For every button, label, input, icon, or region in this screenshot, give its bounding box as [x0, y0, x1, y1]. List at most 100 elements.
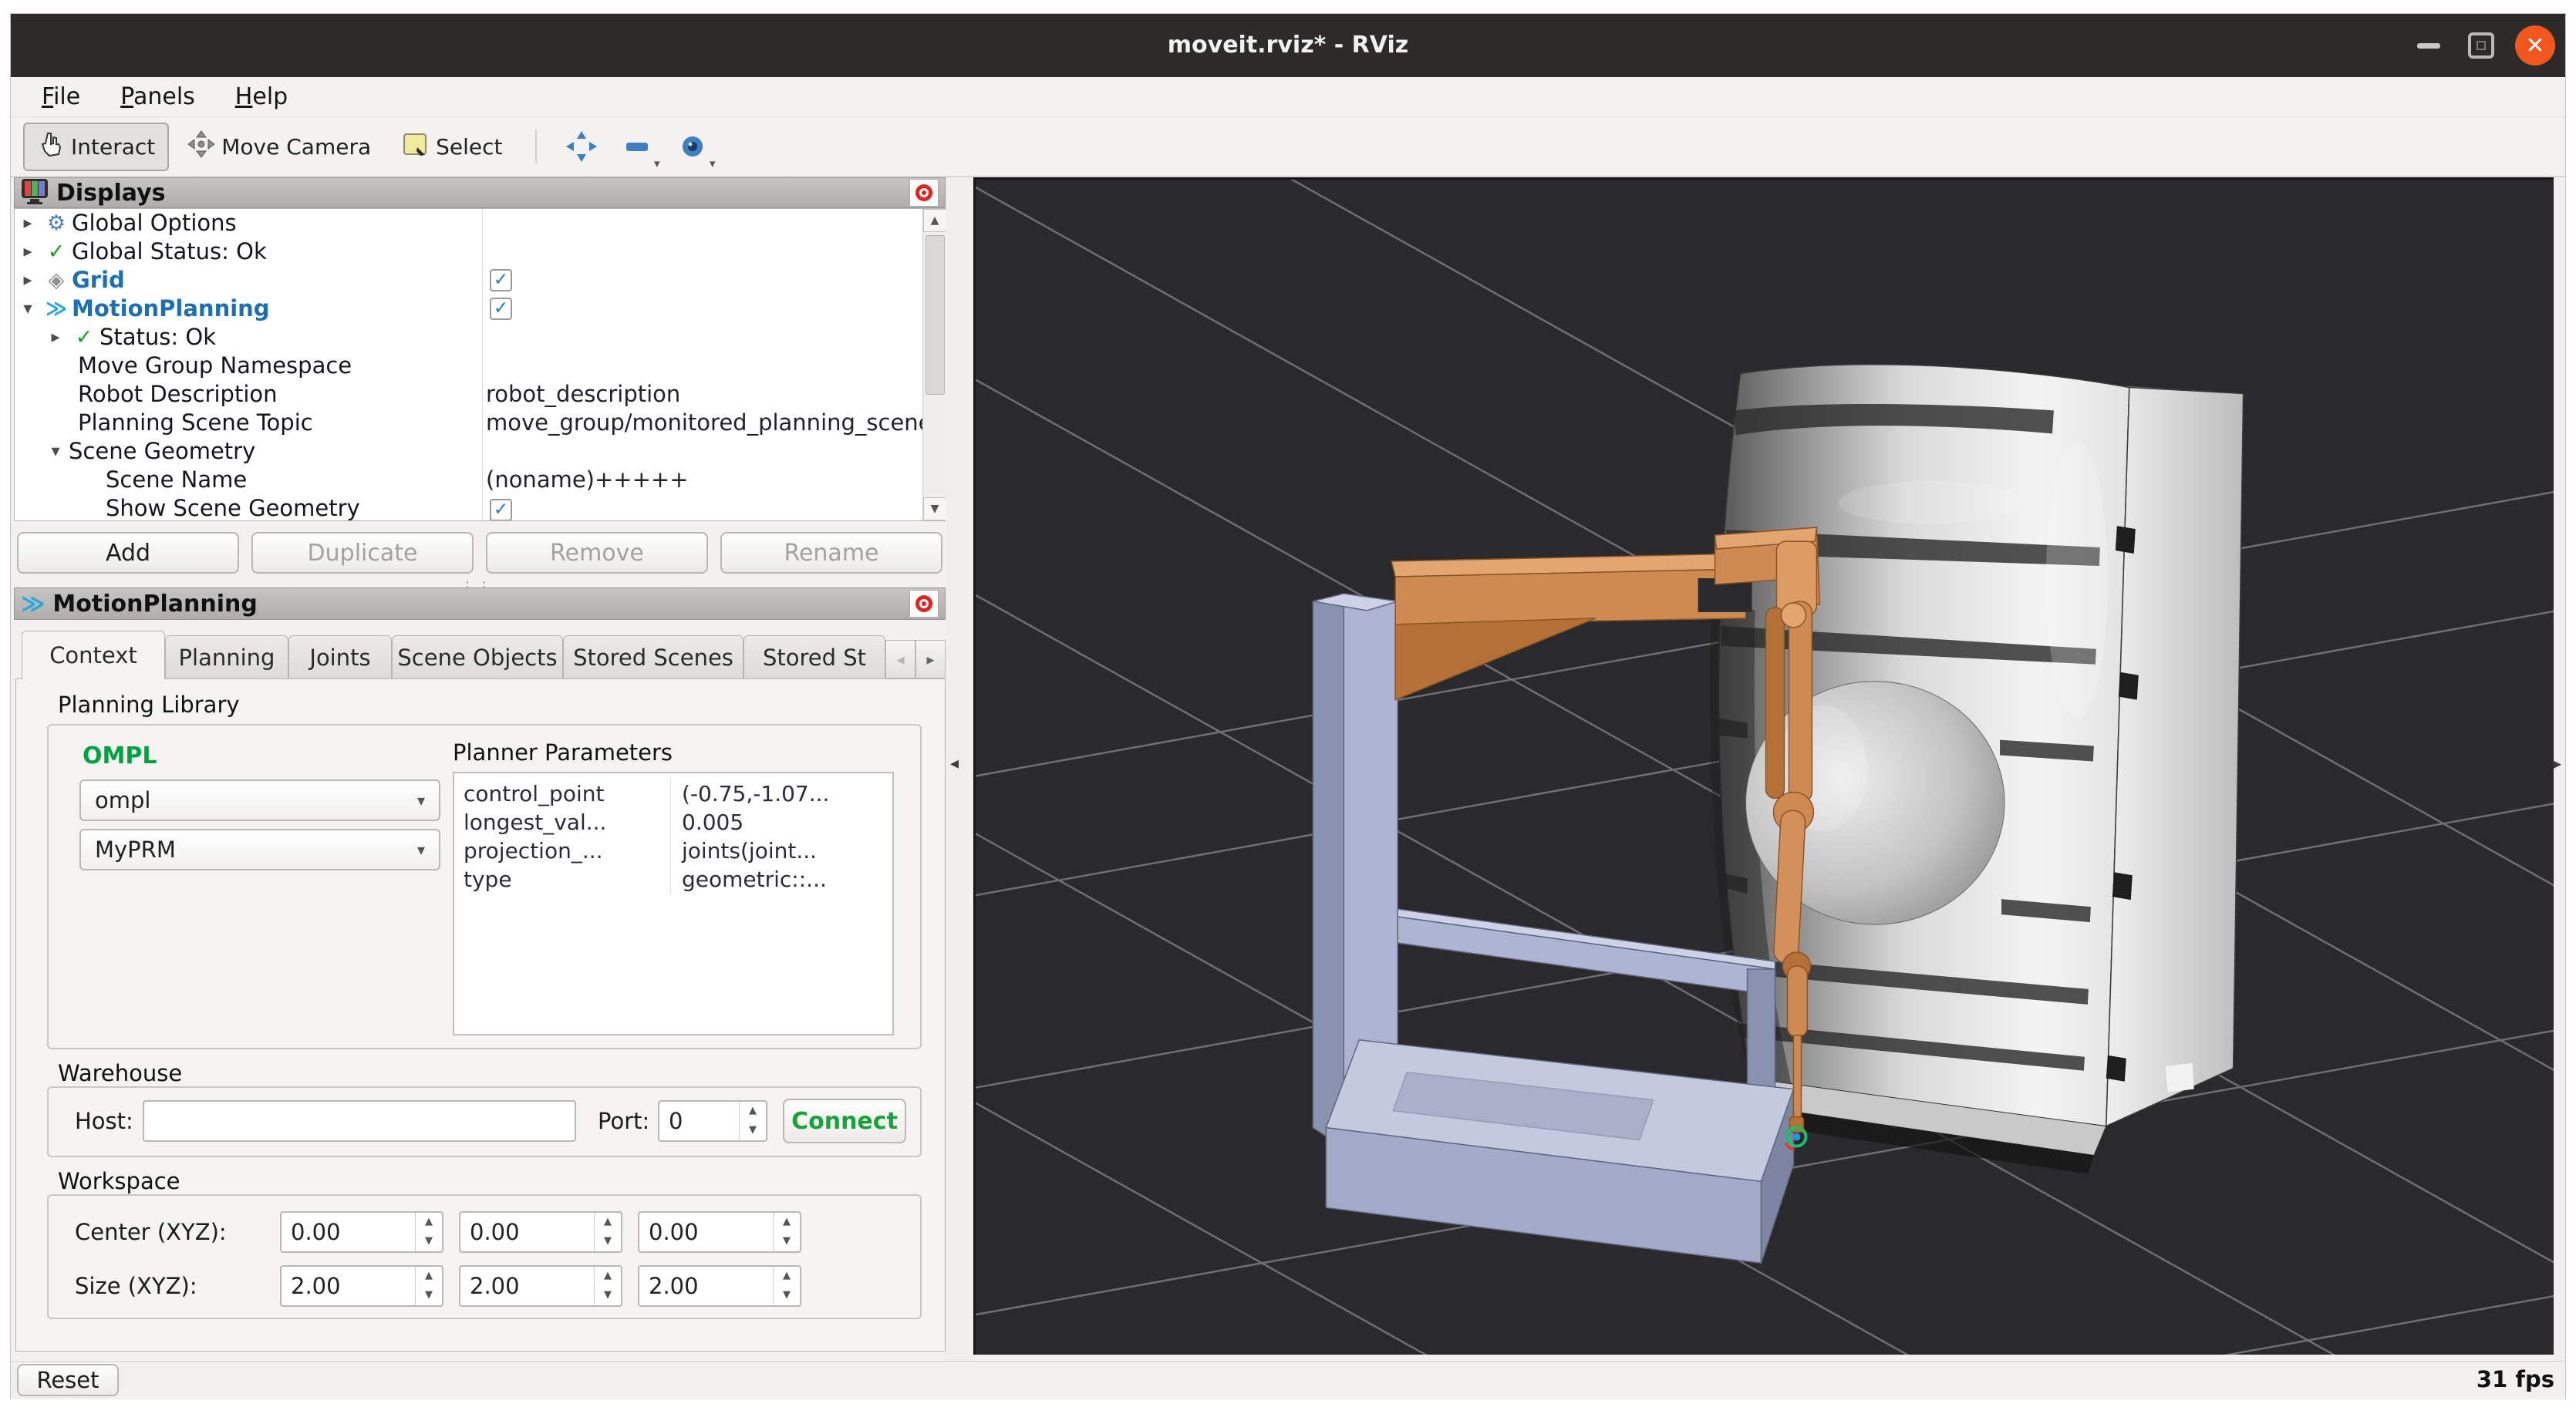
tree-row-grid[interactable]: ▸ ◈ Grid ✓ [15, 266, 946, 295]
tab-scroll-right-button[interactable]: ▸ [915, 640, 946, 678]
planning-library-group: OMPL ompl ▾ MyPRM ▾ Planner Parameters c… [47, 724, 922, 1049]
port-label: Port: [598, 1108, 649, 1134]
tab-context[interactable]: Context [22, 631, 165, 679]
tree-row-scene-name[interactable]: Scene Name (noname)+++++ [15, 466, 946, 494]
chevron-down-icon: ▾ [417, 840, 425, 859]
tab-planning[interactable]: Planning [165, 635, 288, 678]
measure-tool-button[interactable]: ▾ [612, 123, 662, 170]
motionplanning-close-button[interactable] [909, 590, 939, 618]
tab-scroll-left-button[interactable]: ◂ [885, 640, 915, 678]
spin-down-icon[interactable]: ▼ [416, 1286, 442, 1305]
center-xyz-label: Center (XYZ): [75, 1219, 227, 1245]
center-x-spinner[interactable]: 0.00 ▲▼ [280, 1211, 443, 1253]
menu-panels[interactable]: Panels [100, 77, 215, 117]
size-z-spinner[interactable]: 2.00 ▲▼ [638, 1265, 801, 1307]
tab-scene-objects[interactable]: Scene Objects [392, 635, 563, 678]
center-y-spinner[interactable]: 0.00 ▲▼ [459, 1211, 622, 1253]
size-x-spinner[interactable]: 2.00 ▲▼ [280, 1265, 443, 1307]
spin-up-icon[interactable]: ▲ [416, 1267, 442, 1286]
spin-up-icon[interactable]: ▲ [595, 1267, 621, 1286]
scene-name-value[interactable]: (noname)+++++ [486, 466, 689, 494]
scroll-up-button[interactable]: ▲ [923, 209, 946, 232]
menu-help[interactable]: Help [215, 77, 308, 117]
status-ok-icon: ✓ [41, 237, 72, 266]
tree-row-global-status[interactable]: ▸ ✓ Global Status: Ok [15, 237, 946, 266]
maximize-button[interactable] [2460, 25, 2502, 66]
red-close-icon [913, 182, 935, 204]
tree-row-motionplanning[interactable]: ▾ ≫ MotionPlanning ✓ [15, 295, 946, 323]
spin-down-icon[interactable]: ▼ [740, 1121, 766, 1140]
title-bar[interactable]: moveit.rviz* - RViz ✕ [11, 14, 2565, 79]
tree-row-show-scene-geometry[interactable]: Show Scene Geometry ✓ [15, 494, 946, 521]
expander-icon[interactable]: ▸ [42, 323, 69, 352]
publish-point-tool-button[interactable]: ▾ [668, 123, 717, 170]
size-y-spinner[interactable]: 2.00 ▲▼ [459, 1265, 622, 1307]
planner-parameters-table[interactable]: control_point (-0.75,-1.07... longest_va… [453, 772, 894, 1035]
3d-viewport[interactable] [973, 177, 2554, 1355]
displays-tree[interactable]: ▸ ⚙ Global Options ▸ ✓ Global Status: Ok… [14, 208, 947, 521]
expander-icon[interactable]: ▾ [42, 437, 69, 466]
param-row[interactable]: projection_... joints(joint... [454, 837, 892, 865]
planner-dropdown[interactable]: MyPRM ▾ [79, 829, 440, 870]
tab-stored-scenes[interactable]: Stored Scenes [563, 635, 743, 678]
tree-row-robot-description[interactable]: Robot Description robot_description [15, 380, 946, 409]
planning-scene-topic-value[interactable]: move_group/monitored_planning_scene [486, 409, 932, 437]
grid-enabled-checkbox[interactable]: ✓ [490, 269, 512, 291]
spin-down-icon[interactable]: ▼ [774, 1232, 800, 1251]
spin-up-icon[interactable]: ▲ [595, 1213, 621, 1232]
viewport-right-splitter[interactable]: ▸ [2554, 177, 2565, 1361]
spin-down-icon[interactable]: ▼ [774, 1286, 800, 1305]
param-row[interactable]: type geometric::... [454, 865, 892, 894]
focus-camera-tool-button[interactable] [557, 123, 606, 170]
robot-description-value[interactable]: robot_description [486, 380, 680, 409]
spin-up-icon[interactable]: ▲ [774, 1213, 800, 1232]
tree-row-move-group-namespace[interactable]: Move Group Namespace [15, 352, 946, 380]
param-row[interactable]: longest_val... 0.005 [454, 808, 892, 837]
minimize-button[interactable] [2408, 25, 2450, 66]
select-tool-button[interactable]: Select [389, 124, 514, 170]
collapse-right-icon[interactable]: ▸ [2554, 754, 2561, 773]
displays-panel-title: Displays [56, 180, 166, 207]
motionplanning-panel-header[interactable]: ≫ MotionPlanning [14, 587, 946, 620]
show-scene-geometry-checkbox[interactable]: ✓ [490, 499, 512, 521]
select-label: Select [436, 134, 502, 160]
displays-panel-header[interactable]: Displays [14, 177, 946, 208]
tab-joints[interactable]: Joints [288, 635, 392, 678]
add-display-button[interactable]: Add [17, 532, 239, 574]
collapse-left-icon[interactable]: ◂ [950, 754, 959, 773]
spin-up-icon[interactable]: ▲ [740, 1102, 766, 1121]
tree-row-status-ok[interactable]: ▸ ✓ Status: Ok [15, 323, 946, 352]
displays-scrollbar[interactable]: ▲ ▼ [922, 209, 946, 520]
workspace-label: Workspace [58, 1168, 180, 1194]
expander-icon[interactable]: ▸ [15, 237, 41, 266]
panel-viewport-splitter[interactable]: ◂ [946, 177, 973, 1361]
expander-icon[interactable]: ▾ [15, 295, 41, 323]
param-row[interactable]: control_point (-0.75,-1.07... [454, 779, 892, 808]
expander-icon[interactable]: ▸ [15, 266, 41, 295]
interact-tool-button[interactable]: Interact [23, 123, 169, 171]
spin-up-icon[interactable]: ▲ [416, 1213, 442, 1232]
port-spinner[interactable]: 0 ▲▼ [658, 1100, 767, 1142]
tree-row-planning-scene-topic[interactable]: Planning Scene Topic move_group/monitore… [15, 409, 946, 437]
spin-down-icon[interactable]: ▼ [416, 1232, 442, 1251]
library-dropdown[interactable]: ompl ▾ [79, 779, 440, 821]
host-input[interactable] [143, 1100, 576, 1142]
displays-close-button[interactable] [909, 179, 939, 207]
tree-row-global-options[interactable]: ▸ ⚙ Global Options [15, 209, 946, 237]
center-z-spinner[interactable]: 0.00 ▲▼ [638, 1211, 801, 1253]
toolbar-separator [535, 130, 537, 163]
motionplanning-enabled-checkbox[interactable]: ✓ [490, 298, 512, 320]
menu-file[interactable]: File [22, 77, 100, 117]
expander-icon[interactable]: ▸ [15, 209, 41, 237]
spin-down-icon[interactable]: ▼ [595, 1232, 621, 1251]
spin-down-icon[interactable]: ▼ [595, 1286, 621, 1305]
scrollbar-thumb[interactable] [926, 235, 945, 395]
scroll-down-button[interactable]: ▼ [923, 497, 946, 520]
connect-button[interactable]: Connect [783, 1099, 906, 1143]
tab-stored-states[interactable]: Stored St [743, 635, 885, 678]
move-camera-tool-button[interactable]: Move Camera [175, 124, 383, 170]
spin-up-icon[interactable]: ▲ [774, 1267, 800, 1286]
reset-button[interactable]: Reset [17, 1364, 119, 1396]
close-button[interactable]: ✕ [2514, 25, 2556, 66]
tree-row-scene-geometry[interactable]: ▾ Scene Geometry [15, 437, 946, 466]
